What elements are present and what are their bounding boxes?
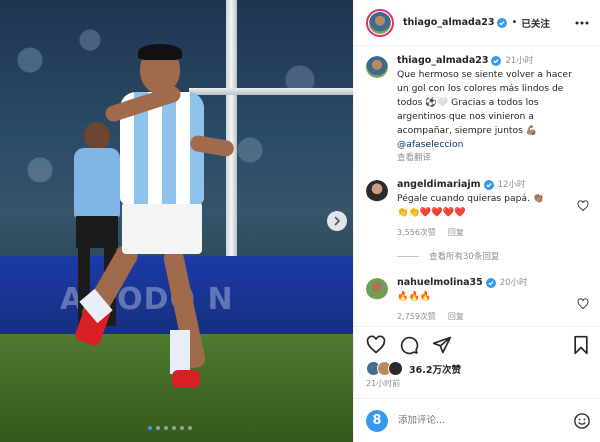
post-caption: thiago_almada23 21小时 Que hermoso se sien… <box>366 54 589 165</box>
commenter-avatar[interactable] <box>366 278 388 300</box>
likes-count[interactable]: 36.2万次赞 <box>409 362 461 376</box>
translate-button[interactable]: 查看翻译 <box>397 151 581 165</box>
view-replies-button[interactable]: 查看所有30条回复 <box>397 250 589 262</box>
bookmark-icon <box>574 335 588 355</box>
carousel-dot <box>148 426 152 430</box>
commenter-avatar[interactable] <box>366 180 388 202</box>
current-user-avatar: 8 <box>366 409 388 432</box>
comment-like-count[interactable]: 3,556次赞 <box>397 226 436 240</box>
caption-time: 21小时 <box>505 56 534 66</box>
liker-avatar <box>388 361 403 376</box>
likes-summary[interactable]: 36.2万次赞 <box>354 355 600 376</box>
more-icon <box>575 21 589 24</box>
caption-username[interactable]: thiago_almada23 <box>397 54 488 68</box>
more-options-button[interactable] <box>573 14 591 32</box>
carousel-dot <box>164 426 168 430</box>
share-button[interactable] <box>432 335 452 355</box>
save-button[interactable] <box>571 335 591 355</box>
emoji-icon[interactable] <box>573 412 591 430</box>
following-button[interactable]: 已关注 <box>521 16 550 30</box>
like-button[interactable] <box>366 335 386 355</box>
carousel-indicator <box>148 426 192 430</box>
comment-time: 12小时 <box>497 180 526 190</box>
caption-text: Que hermoso se siente volver a hacer un … <box>397 69 572 136</box>
comment-like-count[interactable]: 2,759次赞 <box>397 310 436 324</box>
carousel-dot <box>180 426 184 430</box>
comment-emoji-line: 👏👏❤️❤️❤️❤️ <box>397 207 466 218</box>
comment-button[interactable] <box>399 335 419 355</box>
comment-time: 20小时 <box>499 278 528 288</box>
post-header: thiago_almada23 • 已关注 <box>354 0 600 46</box>
verified-badge-icon <box>497 17 508 28</box>
comment-text: Pégale cuando quieras papá. 👏🏽 <box>397 193 545 204</box>
comments-list[interactable]: thiago_almada23 21小时 Que hermoso se sien… <box>354 46 600 326</box>
author-avatar[interactable] <box>366 56 388 78</box>
author-avatar[interactable] <box>366 8 394 37</box>
reply-button[interactable]: 回复 <box>448 310 464 324</box>
caption-mention-link[interactable]: @afaseleccion <box>397 139 463 150</box>
heart-icon <box>366 335 386 354</box>
carousel-dot <box>172 426 176 430</box>
post-side-panel: thiago_almada23 • 已关注 thiago_almada23 21… <box>353 0 600 442</box>
send-icon <box>432 336 452 354</box>
heart-icon[interactable] <box>577 200 589 212</box>
chevron-right-icon <box>334 216 340 226</box>
post-timestamp: 21小时前 <box>366 379 401 388</box>
verified-badge-icon <box>485 278 496 288</box>
carousel-dot <box>188 426 192 430</box>
post-photo[interactable]: A TODO N <box>0 0 353 442</box>
carousel-dot <box>156 426 160 430</box>
next-photo-button[interactable] <box>327 211 347 231</box>
comment-text: 🔥🔥🔥 <box>397 291 432 302</box>
celebrating-player <box>73 40 250 400</box>
comment-icon <box>400 336 419 355</box>
comment-item: angeldimariajm 12小时 Pégale cuando quiera… <box>366 178 589 240</box>
verified-badge-icon <box>491 56 502 66</box>
add-comment-bar: 8 <box>354 398 600 442</box>
verified-badge-icon <box>483 180 494 190</box>
commenter-username[interactable]: nahuelmolina35 <box>397 276 483 290</box>
reply-button[interactable]: 回复 <box>448 226 464 240</box>
author-username[interactable]: thiago_almada23 <box>403 17 494 28</box>
header-separator: • <box>511 17 518 28</box>
comment-item: nahuelmolina35 20小时 🔥🔥🔥 2,759次赞 回复 <box>366 276 589 324</box>
comment-input[interactable] <box>398 415 548 426</box>
commenter-username[interactable]: angeldimariajm <box>397 178 481 192</box>
heart-icon[interactable] <box>577 298 589 310</box>
